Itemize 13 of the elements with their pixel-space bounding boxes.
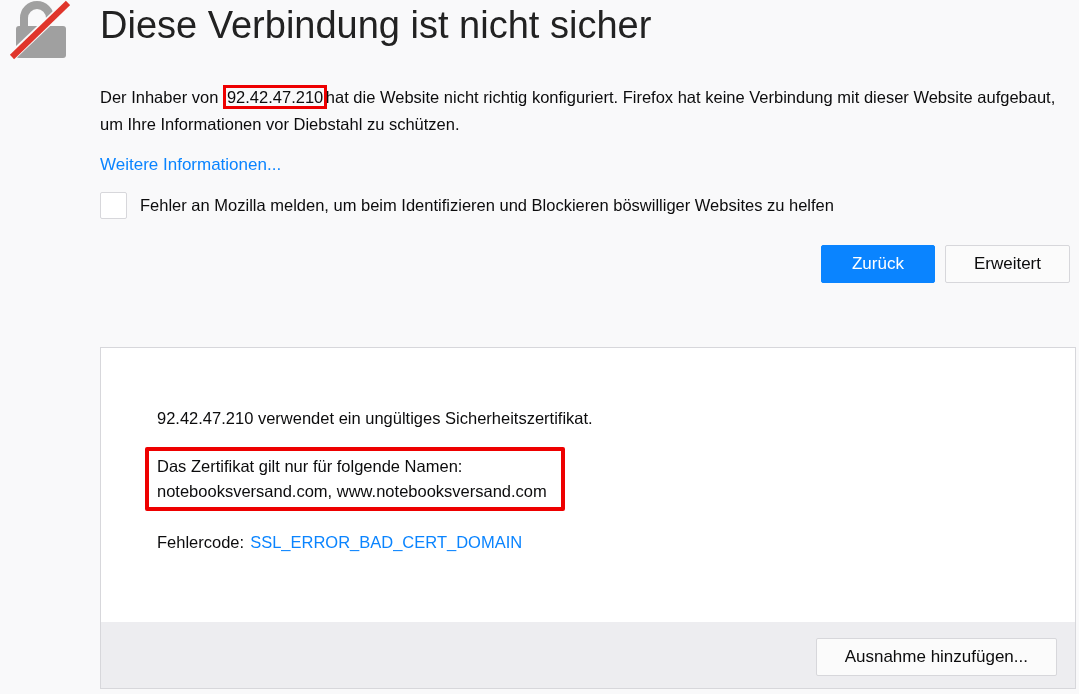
error-code-link[interactable]: SSL_ERROR_BAD_CERT_DOMAIN [250,533,523,552]
checkbox-label: Fehler an Mozilla melden, um beim Identifizieren und Blockieren böswilliger Websites zu helfen [140,196,834,215]
intro-paragraph: Der Inhaber von 92.42.47.210 hat die Website nicht richtig konfiguriert. Firefox hat keine Verbindung mit dieser Website aufgebaut, um Ihre Informationen vor Diebstahl zu schützen. [100,84,1060,138]
report-checkbox[interactable] [100,192,127,219]
certificate-names-text: Das Zertifikat gilt nur für folgende Namen: [157,456,464,477]
back-button[interactable]: Zurück [820,245,935,283]
advanced-button[interactable]: Erweitert [944,245,1070,283]
certificate-statement: 92.42.47.210 verwendet ein ungültiges Sicherheitszertifikat. [157,408,594,429]
error-code-label: Fehlercode: [157,532,245,553]
add-exception-button[interactable]: Ausnahme hinzufügen... [815,638,1057,676]
page-title: Diese Verbindung ist nicht sicher [100,3,652,48]
more-info-link[interactable]: Weitere Informationen... [100,155,282,175]
certificate-names-text: notebooksversand.com, www.notebooksversand.com [157,481,547,502]
